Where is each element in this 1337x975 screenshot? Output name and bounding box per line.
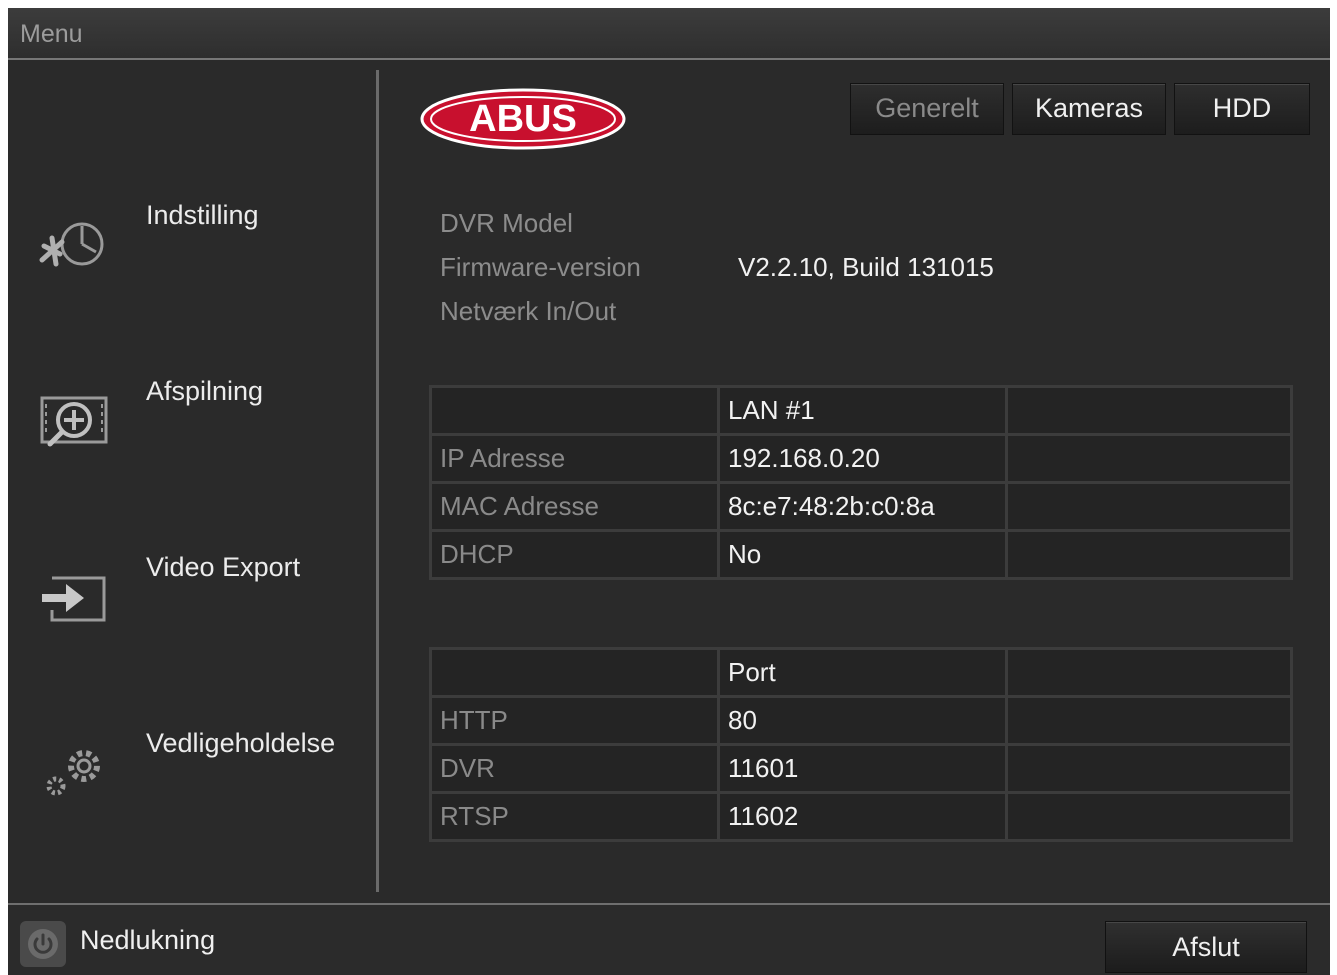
sidebar-item-indstilling[interactable]: Indstilling [8, 200, 376, 290]
row-label: RTSP [432, 794, 717, 839]
sidebar-item-label: Afspilning [146, 376, 264, 406]
sidebar-item-afspilning[interactable]: Afspilning [8, 376, 376, 466]
firmware-value: V2.2.10, Build 131015 [738, 252, 994, 282]
table-row: DHCP No [432, 532, 1290, 577]
sidebar-item-vedligeholdelse[interactable]: Vedligeholdelse [8, 728, 376, 818]
sidebar-item-label: Video Export [146, 552, 301, 582]
abus-logo: ABUS [420, 88, 626, 150]
table-cell [1008, 650, 1290, 695]
network-label: Netværk In/Out [440, 296, 617, 326]
sidebar-item-label: Indstilling [146, 200, 259, 230]
menu-window: Menu Indstilling Afspilning Video Export… [8, 8, 1330, 975]
row-label: DVR [432, 746, 717, 791]
table-cell [432, 388, 717, 433]
row-value: 80 [720, 698, 1005, 743]
table-row: MAC Adresse 8c:e7:48:2b:c0:8a [432, 484, 1290, 529]
table-cell [1008, 698, 1290, 743]
port-table: Port HTTP 80 DVR 11601 RTSP 11602 [429, 647, 1293, 842]
table-cell [1008, 484, 1290, 529]
logo-text: ABUS [469, 98, 577, 140]
table-header-row: Port [432, 650, 1290, 695]
row-label: IP Adresse [432, 436, 717, 481]
title-bar: Menu [8, 8, 1330, 60]
sidebar-divider [376, 70, 379, 892]
row-value: 192.168.0.20 [720, 436, 1005, 481]
bottom-bar: Nedlukning Afslut [8, 903, 1330, 975]
shutdown-button[interactable] [20, 921, 66, 967]
firmware-label: Firmware-version [440, 252, 641, 282]
table-cell [1008, 794, 1290, 839]
table-cell [1008, 746, 1290, 791]
table-header-cell: LAN #1 [720, 388, 1005, 433]
playback-icon [40, 396, 108, 447]
row-value: No [720, 532, 1005, 577]
table-header-cell: Port [720, 650, 1005, 695]
shutdown-label[interactable]: Nedlukning [80, 925, 215, 956]
row-value: 8c:e7:48:2b:c0:8a [720, 484, 1005, 529]
row-value: 11602 [720, 794, 1005, 839]
settings-icon [39, 222, 104, 267]
maintenance-icon [46, 750, 100, 796]
row-value: 11601 [720, 746, 1005, 791]
row-label: HTTP [432, 698, 717, 743]
sidebar-item-label: Vedligeholdelse [146, 728, 336, 758]
table-row: DVR 11601 [432, 746, 1290, 791]
table-row: IP Adresse 192.168.0.20 [432, 436, 1290, 481]
sidebar-item-video-export[interactable]: Video Export [8, 552, 376, 642]
table-row: HTTP 80 [432, 698, 1290, 743]
tab-hdd[interactable]: HDD [1174, 83, 1310, 135]
table-cell [432, 650, 717, 695]
dvr-model-label: DVR Model [440, 208, 573, 238]
lan-table: LAN #1 IP Adresse 192.168.0.20 MAC Adres… [429, 385, 1293, 580]
exit-button[interactable]: Afslut [1105, 921, 1307, 973]
table-cell [1008, 388, 1290, 433]
tab-generelt[interactable]: Generelt [850, 83, 1004, 135]
power-icon [28, 929, 58, 959]
table-cell [1008, 436, 1290, 481]
row-label: DHCP [432, 532, 717, 577]
table-cell [1008, 532, 1290, 577]
row-label: MAC Adresse [432, 484, 717, 529]
main-area: Indstilling Afspilning Video Export Vedl… [8, 60, 1330, 906]
tab-kameras[interactable]: Kameras [1012, 83, 1166, 135]
table-row: RTSP 11602 [432, 794, 1290, 839]
export-icon [42, 576, 106, 622]
window-title: Menu [20, 20, 83, 48]
table-header-row: LAN #1 [432, 388, 1290, 433]
